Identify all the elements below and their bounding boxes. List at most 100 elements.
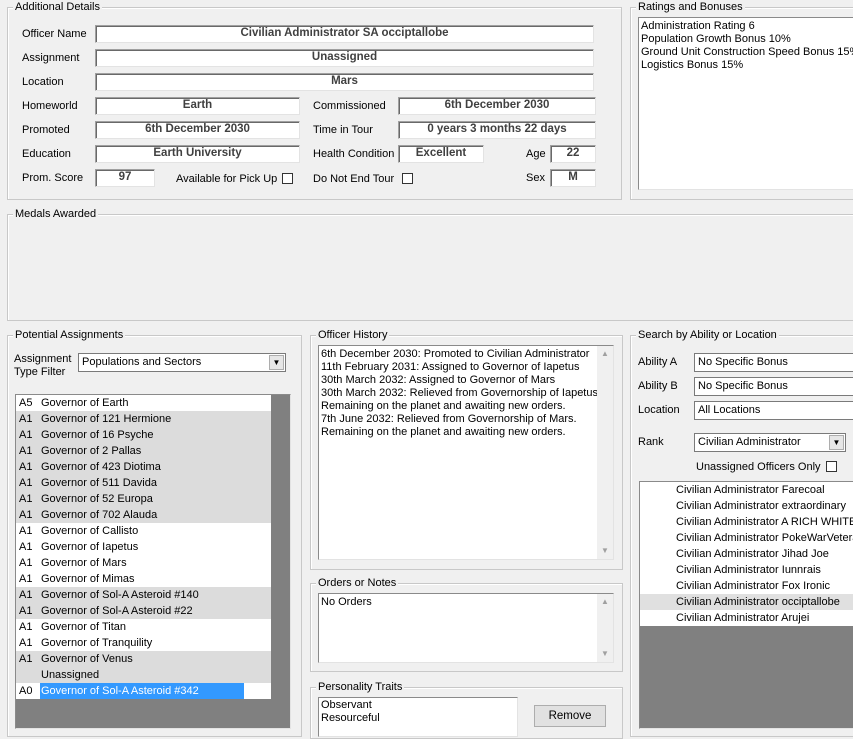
assignment-row[interactable]: A1 Governor of Mimas [16, 571, 271, 587]
history-line: 11th February 2031: Assigned to Governor… [321, 361, 580, 373]
chevron-down-icon[interactable]: ▼ [269, 355, 284, 370]
assignment-row[interactable]: A1 Governor of Callisto [16, 523, 271, 539]
rank-select-value: Civilian Administrator [698, 436, 801, 448]
history-line: 30th March 2032: Assigned to Governor of… [321, 374, 556, 386]
trait-item[interactable]: Observant [319, 699, 517, 712]
chevron-down-icon[interactable]: ▼ [829, 435, 844, 450]
assignment-row[interactable]: A1 Governor of Sol-A Asteroid #22 [16, 603, 271, 619]
assignment-row[interactable]: A1 Governor of 423 Diotima [16, 459, 271, 475]
assignment-code: A1 [19, 413, 33, 425]
assignment-row[interactable]: A1 Governor of 2 Pallas [16, 443, 271, 459]
assignment-code: A1 [19, 509, 33, 521]
assignment-label: Assignment [22, 52, 80, 64]
assignment-name: Unassigned [41, 669, 100, 681]
history-line: Remaining on the planet and awaiting new… [321, 426, 566, 438]
pickup-checkbox[interactable] [282, 173, 293, 184]
rating-line: Population Growth Bonus 10% [641, 33, 791, 45]
rating-line: Ground Unit Construction Speed Bonus 15% [641, 46, 853, 58]
assignment-name: Governor of 511 Davida [41, 477, 157, 489]
assignment-code: A1 [19, 525, 33, 537]
commissioned-field: 6th December 2030 [398, 97, 596, 115]
officer-row[interactable]: Civilian Administrator Jihad Joe [640, 546, 853, 562]
search-legend: Search by Ability or Location [636, 328, 779, 342]
location-label: Location [22, 76, 64, 88]
orders-scrollbar[interactable]: ▲ ▼ [597, 594, 613, 662]
officer-row[interactable]: Civilian Administrator Arujei [640, 610, 853, 626]
scroll-up-icon[interactable]: ▲ [597, 346, 613, 362]
orders-line: No Orders [321, 596, 372, 608]
search-location-label: Location [638, 404, 680, 416]
assignment-name: Governor of Iapetus [41, 541, 139, 553]
officer-history-legend: Officer History [316, 328, 390, 342]
assignment-row[interactable]: A1 Governor of 16 Psyche [16, 427, 271, 443]
scroll-down-icon[interactable]: ▼ [597, 543, 613, 559]
assignment-row[interactable]: A1 Governor of Venus [16, 651, 271, 667]
trait-item[interactable]: Resourceful [319, 712, 517, 725]
not-end-tour-checkbox[interactable] [402, 173, 413, 184]
filter-label: Assignment [14, 353, 72, 365]
assignment-code: A1 [19, 445, 33, 457]
officer-row[interactable]: Civilian Administrator Fox Ironic [640, 578, 853, 594]
time-in-tour-label: Time in Tour [313, 124, 373, 136]
scroll-up-icon[interactable]: ▲ [597, 594, 613, 610]
assignment-row[interactable]: A1 Governor of 52 Europa [16, 491, 271, 507]
history-line: 30th March 2032: Relieved from Governors… [321, 387, 602, 399]
orders-legend: Orders or Notes [316, 576, 399, 590]
assignment-row[interactable]: A1 Governor of Tranquility [16, 635, 271, 651]
history-line: 6th December 2030: Promoted to Civilian … [321, 348, 590, 360]
assignment-row[interactable]: A1 Governor of Iapetus [16, 539, 271, 555]
assignment-row[interactable]: A1 Governor of Sol-A Asteroid #140 [16, 587, 271, 603]
sex-field: M [550, 169, 596, 187]
officer-row[interactable]: Civilian Administrator PokeWarVetera [640, 530, 853, 546]
assignment-row[interactable]: A0 Governor of Sol-A Asteroid #342 [16, 683, 271, 699]
assignment-row[interactable]: A1 Governor of 121 Hermione [16, 411, 271, 427]
officer-row[interactable]: Civilian Administrator Farecoal [640, 482, 853, 498]
assignment-name: Governor of 423 Diotima [41, 461, 161, 473]
potential-assignments-list[interactable]: A5 Governor of Earth A1 Governor of 121 Her… [15, 394, 291, 729]
assignment-row[interactable]: A1 Governor of Mars [16, 555, 271, 571]
medals-group: Medals Awarded [7, 207, 853, 321]
location-select[interactable]: All Locations [694, 401, 853, 420]
assignment-row[interactable]: Unassigned [16, 667, 271, 683]
rank-select[interactable]: Civilian Administrator ▼ [694, 433, 846, 452]
assignment-code: A1 [19, 589, 33, 601]
history-scrollbar[interactable]: ▲ ▼ [597, 346, 613, 559]
prom-score-field: 97 [95, 169, 155, 187]
assignment-type-filter[interactable]: Populations and Sectors ▼ [78, 353, 286, 372]
promoted-label: Promoted [22, 124, 70, 136]
rating-line: Logistics Bonus 15% [641, 59, 744, 71]
assignment-row[interactable]: A5 Governor of Earth [16, 395, 271, 411]
ability-a-label: Ability A [638, 356, 678, 368]
officer-row[interactable]: Civilian Administrator extraordinary [640, 498, 853, 514]
assignment-row[interactable]: A1 Governor of Titan [16, 619, 271, 635]
assignment-row[interactable]: A1 Governor of 511 Davida [16, 475, 271, 491]
assignment-code: A1 [19, 429, 33, 441]
orders-text[interactable]: No Orders ▲ ▼ [318, 593, 614, 663]
pickup-label: Available for Pick Up [176, 173, 278, 185]
assignment-name: Governor of Sol-A Asteroid #140 [41, 589, 199, 601]
potential-assignments-legend: Potential Assignments [13, 328, 126, 342]
officer-row[interactable]: Civilian Administrator occiptallobe [640, 594, 853, 610]
traits-list[interactable]: Observant Resourceful [318, 697, 518, 737]
assignment-name: Governor of 702 Alauda [41, 509, 158, 521]
ability-b-select[interactable]: No Specific Bonus [694, 377, 853, 396]
health-condition-label: Health Condition [313, 148, 395, 160]
officers-list[interactable]: Civilian Administrator Farecoal Civilian … [639, 481, 853, 729]
health-condition-field: Excellent [398, 145, 484, 163]
homeworld-field: Earth [95, 97, 300, 115]
additional-details-legend: Additional Details [13, 0, 102, 14]
officer-row[interactable]: Civilian Administrator Iunnrais [640, 562, 853, 578]
homeworld-label: Homeworld [22, 100, 78, 112]
assignment-name: Governor of Venus [41, 653, 133, 665]
ability-a-select[interactable]: No Specific Bonus [694, 353, 853, 372]
scroll-down-icon[interactable]: ▼ [597, 646, 613, 662]
unassigned-only-checkbox[interactable] [826, 461, 837, 472]
age-field: 22 [550, 145, 596, 163]
assignment-code: A1 [19, 653, 33, 665]
officer-row[interactable]: Civilian Administrator A RICH WHITE [640, 514, 853, 530]
ratings-legend: Ratings and Bonuses [636, 0, 745, 14]
assignment-code: A0 [19, 685, 33, 697]
assignment-name: Governor of 121 Hermione [41, 413, 172, 425]
remove-trait-button[interactable]: Remove [534, 705, 606, 727]
assignment-row[interactable]: A1 Governor of 702 Alauda [16, 507, 271, 523]
